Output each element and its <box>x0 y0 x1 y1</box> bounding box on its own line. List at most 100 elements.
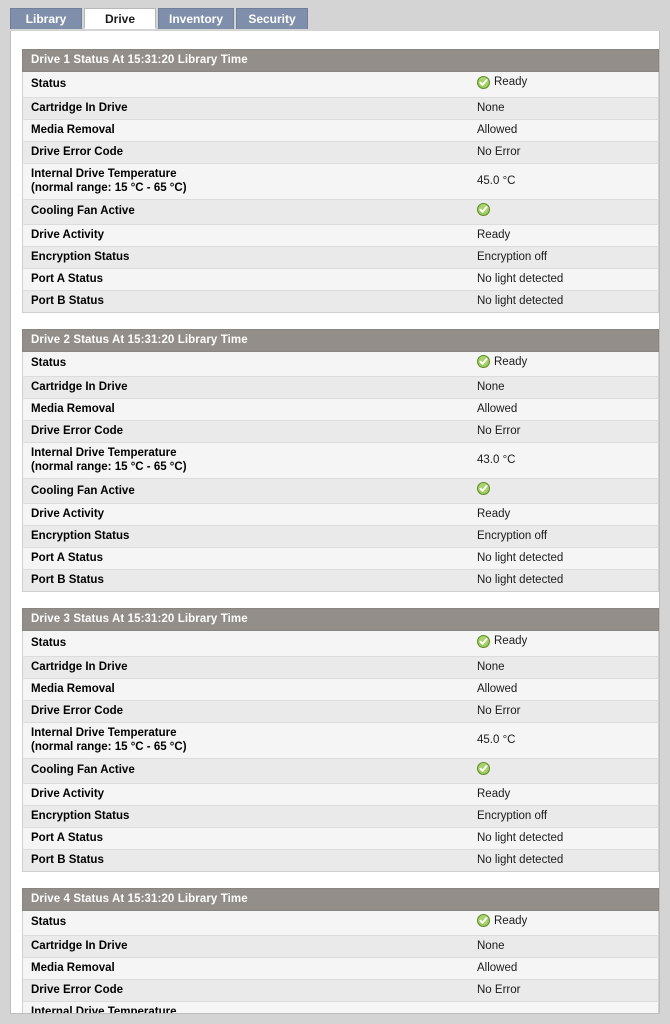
green-check-icon <box>477 634 490 648</box>
row-label-cell: Cartridge In Drive <box>22 656 469 679</box>
row-value-wrap: Ready <box>477 634 527 648</box>
row-label-cell: Encryption Status <box>22 525 469 548</box>
row-value-cell: No light detected <box>469 849 659 871</box>
table-row: Internal Drive Temperature (normal range:… <box>22 442 659 479</box>
drive-status-block: Drive 1 Status At 15:31:20 Library Time S… <box>22 49 659 313</box>
table-row: Cartridge In Drive None <box>22 376 659 399</box>
row-value-cell: 43.0 °C <box>469 442 659 479</box>
row-value-wrap <box>477 761 494 775</box>
row-value-wrap <box>477 202 494 216</box>
row-value-cell: No Error <box>469 141 659 164</box>
row-value: Ready <box>494 914 528 927</box>
row-label: Encryption Status <box>31 530 130 542</box>
row-value-cell: No light detected <box>469 268 659 291</box>
row-value-cell: 45.0 °C <box>469 163 659 200</box>
row-label-cell: Drive Error Code <box>22 141 469 164</box>
table-row: Drive Error Code No Error <box>22 979 659 1002</box>
row-value: No light detected <box>477 574 564 586</box>
table-row: Cooling Fan Active <box>22 199 659 225</box>
row-value-cell: No Error <box>469 979 659 1002</box>
table-row: Drive Activity Ready <box>22 783 659 806</box>
row-label: Port B Status <box>31 574 104 586</box>
row-value: Allowed <box>477 403 518 415</box>
row-value-wrap: Ready <box>477 228 510 242</box>
row-value-wrap: 43.0 °C <box>477 453 515 467</box>
table-row: Drive Activity Ready <box>22 503 659 526</box>
table-row: Media Removal Allowed <box>22 119 659 142</box>
row-label-cell: Status <box>22 910 469 936</box>
row-label-cell: Internal Drive Temperature(normal range:… <box>22 163 469 200</box>
row-label-cell: Internal Drive Temperature(normal range:… <box>22 1001 469 1014</box>
table-row: Drive Error Code No Error <box>22 700 659 723</box>
table-row: Encryption Status Encryption off <box>22 246 659 269</box>
row-label: Encryption Status <box>31 250 130 263</box>
row-label-cell: Status <box>22 631 469 657</box>
row-label: Encryption Status <box>31 809 130 822</box>
table-row: Status Ready <box>22 351 659 377</box>
row-label-cell: Cooling Fan Active <box>22 478 469 504</box>
row-value-cell: Ready <box>469 72 659 98</box>
table-row: Port A Status No light detected <box>22 547 659 570</box>
row-label-cell: Cartridge In Drive <box>22 376 469 399</box>
row-value: No light detected <box>477 272 564 285</box>
row-label: Internal Drive Temperature <box>31 1006 177 1014</box>
drive-status-header: Drive 4 Status At 15:31:20 Library Time <box>22 887 659 911</box>
table-row: Cartridge In Drive None <box>22 97 659 120</box>
row-label: Drive Error Code <box>31 425 124 437</box>
row-label: Media Removal <box>31 123 115 136</box>
row-sublabel: (normal range: 15 °C - 65 °C) <box>31 461 187 473</box>
row-label-cell: Status <box>22 351 469 377</box>
row-value: Encryption off <box>477 809 548 822</box>
row-label-cell: Cooling Fan Active <box>22 199 469 225</box>
row-label-cell: Media Removal <box>22 119 469 142</box>
row-value-wrap: 45.0 °C <box>477 733 515 747</box>
tab-security[interactable]: Security <box>236 8 309 29</box>
table-row: Drive Error Code No Error <box>22 420 659 443</box>
tab-drive[interactable]: Drive <box>84 8 156 29</box>
row-label-cell: Media Removal <box>22 678 469 701</box>
row-label: Port B Status <box>31 294 104 307</box>
row-value: No light detected <box>477 552 564 564</box>
row-value: None <box>477 381 505 393</box>
drive-status-header: Drive 1 Status At 15:31:20 Library Time <box>22 49 659 72</box>
row-value-cell <box>469 758 659 784</box>
row-value-wrap <box>477 482 494 495</box>
row-value-cell: Allowed <box>469 398 659 421</box>
row-value-wrap: None <box>477 660 505 674</box>
green-check-icon <box>477 482 490 495</box>
row-label: Media Removal <box>31 962 115 974</box>
row-value: No Error <box>477 984 521 996</box>
row-value-cell: Ready <box>469 503 659 526</box>
content-panel: Drive 1 Status At 15:31:20 Library Time S… <box>10 31 660 1014</box>
row-value-cell: None <box>469 935 659 958</box>
drive-status-table: Status Ready Cartridge In Drive None Media R… <box>22 631 659 872</box>
row-value-wrap: Allowed <box>477 961 517 975</box>
row-value-wrap: No light detected <box>477 831 563 845</box>
row-label-cell: Port A Status <box>22 827 469 850</box>
row-value: Allowed <box>477 682 518 695</box>
row-value: No light detected <box>477 831 564 844</box>
row-value-cell: Ready <box>469 910 659 936</box>
table-row: Port B Status No light detected <box>22 849 659 871</box>
row-sublabel: (normal range: 15 °C - 65 °C) <box>31 181 187 194</box>
row-value-cell: Ready <box>469 351 659 377</box>
tab-library[interactable]: Library <box>10 8 82 29</box>
table-row: Status Ready <box>22 631 659 657</box>
row-value: 46.0 °C <box>477 1012 515 1013</box>
row-label: Port A Status <box>31 552 103 564</box>
green-check-icon <box>477 355 490 368</box>
row-label: Internal Drive Temperature <box>31 447 177 459</box>
green-check-icon <box>477 914 490 927</box>
row-label-cell: Cartridge In Drive <box>22 935 469 958</box>
row-value: Encryption off <box>477 530 548 542</box>
row-label: Drive Error Code <box>31 704 124 717</box>
tab-inventory[interactable]: Inventory <box>158 8 235 29</box>
table-row: Media Removal Allowed <box>22 398 659 421</box>
row-value-wrap: No Error <box>477 983 520 997</box>
row-sublabel: (normal range: 15 °C - 65 °C) <box>31 740 187 753</box>
row-value-wrap: Ready <box>477 787 510 801</box>
row-value-cell: None <box>469 97 659 120</box>
row-value: No Error <box>477 425 521 437</box>
row-value: Allowed <box>477 962 518 974</box>
row-value-cell: Ready <box>469 783 659 806</box>
